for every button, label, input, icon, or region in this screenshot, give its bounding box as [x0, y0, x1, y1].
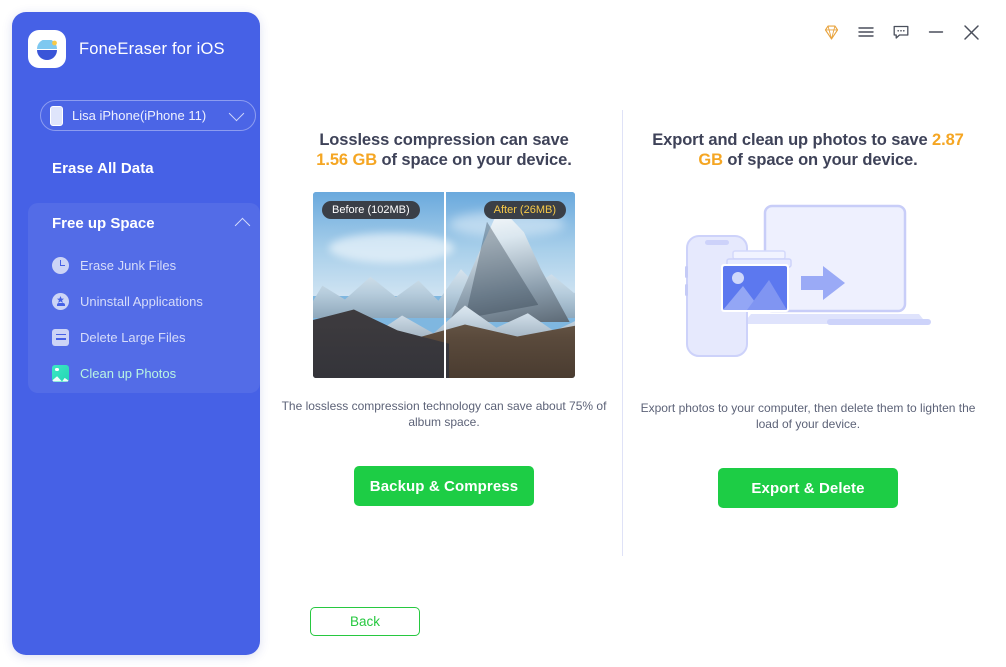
app-window: FoneEraser for iOS Lisa iPhone(iPhone 11…	[0, 0, 1006, 667]
app-logo-glyph	[37, 40, 57, 60]
sidebar-item-label: Uninstall Applications	[80, 293, 203, 309]
sidebar-item-erase-junk-files[interactable]: Erase Junk Files	[52, 252, 252, 278]
compress-heading-line1: Lossless compression can save	[319, 131, 569, 149]
chevron-down-icon	[228, 105, 245, 121]
preview-split-line	[444, 192, 446, 378]
export-illustration	[677, 188, 939, 374]
export-heading-post: of space on your device.	[722, 151, 918, 169]
main-content: Lossless compression can save 1.56 GB of…	[260, 0, 1006, 667]
sidebar-group-free-up-space: Free up Space Erase Junk Files Uninstall…	[28, 203, 260, 393]
document-icon	[52, 328, 69, 346]
sidebar-item-label: Clean up Photos	[80, 365, 177, 381]
sidebar-item-delete-large-files[interactable]: Delete Large Files	[52, 324, 252, 350]
brand: FoneEraser for iOS	[28, 30, 225, 68]
phone-icon	[50, 105, 63, 126]
photo-icon	[52, 364, 69, 382]
sidebar-group-label: Free up Space	[52, 215, 155, 232]
uninstall-icon	[52, 292, 69, 310]
compress-heading-line2: of space on your device.	[377, 151, 572, 169]
app-title: FoneEraser for iOS	[79, 39, 225, 58]
export-heading: Export and clean up photos to save 2.87 …	[638, 130, 978, 170]
sidebar-item-uninstall-applications[interactable]: Uninstall Applications	[52, 288, 252, 314]
column-divider	[622, 110, 623, 556]
after-badge: After (26MB)	[483, 201, 566, 219]
export-heading-pre: Export and clean up photos to save	[652, 131, 933, 149]
device-selector[interactable]: Lisa iPhone(iPhone 11)	[40, 100, 256, 131]
before-after-preview: Before (102MB) After (26MB)	[313, 192, 575, 378]
device-name: Lisa iPhone(iPhone 11)	[72, 108, 207, 123]
export-delete-button[interactable]: Export & Delete	[718, 468, 898, 508]
preview-cloud	[328, 232, 455, 263]
sidebar: FoneEraser for iOS Lisa iPhone(iPhone 11…	[12, 12, 260, 655]
export-illustration-graphic	[685, 204, 931, 357]
sidebar-group-header[interactable]: Free up Space	[52, 215, 251, 234]
sidebar-item-clean-up-photos[interactable]: Clean up Photos	[52, 360, 252, 386]
sidebar-item-label: Erase Junk Files	[80, 257, 177, 273]
compress-savings-value: 1.56 GB	[316, 151, 378, 169]
clock-icon	[52, 256, 69, 274]
compress-panel: Lossless compression can save 1.56 GB of…	[274, 130, 614, 506]
sidebar-item-erase-all-data[interactable]: Erase All Data	[52, 160, 154, 177]
backup-compress-button[interactable]: Backup & Compress	[354, 466, 534, 506]
compress-heading: Lossless compression can save 1.56 GB of…	[274, 130, 614, 170]
chevron-up-icon[interactable]	[234, 217, 251, 234]
compress-caption: The lossless compression technology can …	[281, 399, 607, 429]
export-panel: Export and clean up photos to save 2.87 …	[638, 130, 978, 508]
sidebar-item-label: Delete Large Files	[80, 329, 186, 345]
export-caption: Export photos to your computer, then del…	[640, 401, 976, 431]
before-badge: Before (102MB)	[322, 201, 420, 219]
back-button[interactable]: Back	[310, 607, 420, 636]
app-logo-icon	[28, 30, 66, 68]
